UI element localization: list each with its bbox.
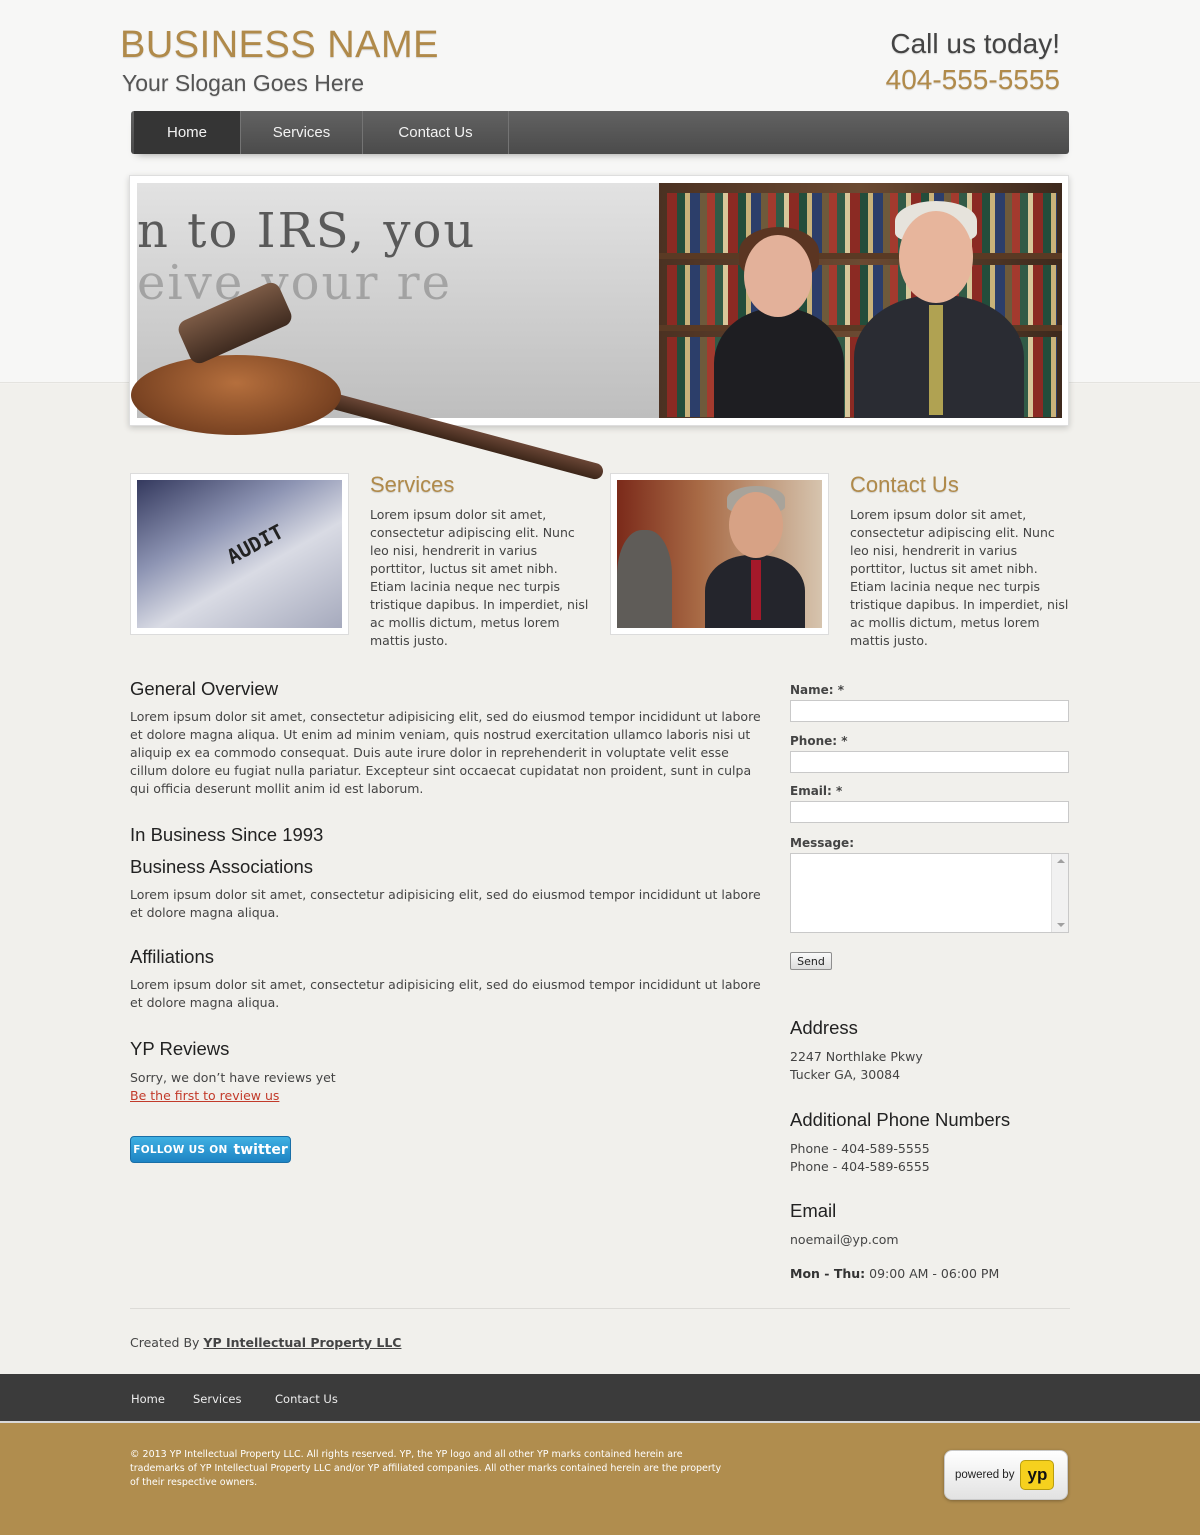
created-by-credit: Created By YP Intellectual Property LLC [130,1335,401,1350]
contact-us-description: Lorem ipsum dolor sit amet, consectetur … [850,507,1069,648]
general-overview-heading: General Overview [130,678,279,699]
audit-word: AUDIT [222,519,288,569]
lawyer-tie [751,560,761,620]
services-thumbnail[interactable]: AUDIT [130,473,349,635]
email-heading: Email [790,1200,837,1221]
hours-days: Mon - Thu: [790,1266,866,1281]
address-line-2: Tucker GA, 30084 [790,1067,901,1082]
message-label: Message: [790,836,854,850]
twitter-logo-icon: twitter [233,1141,288,1158]
footer-nav-contact-us[interactable]: Contact Us [275,1392,338,1406]
footer-nav: Home Services Contact Us [0,1374,1200,1421]
bookshelf-board [659,253,1062,259]
scroll-down-arrow-icon[interactable] [1057,923,1065,927]
powered-by-label: powered by [955,1469,1015,1481]
yp-logo-icon: yp [1020,1460,1055,1490]
business-hours: Mon - Thu: 09:00 AM - 06:00 PM [790,1266,999,1281]
irs-document-text-2: eive your re [137,255,453,311]
created-by-link[interactable]: YP Intellectual Property LLC [203,1335,401,1350]
email-label: Email: * [790,784,843,798]
additional-phone-1: Phone - 404-589-5555 [790,1141,930,1156]
message-scrollbar[interactable] [1051,854,1068,932]
powered-by-yp-badge[interactable]: powered by yp [944,1450,1068,1500]
call-us-heading: Call us today! [890,28,1060,59]
main-nav: Home Services Contact Us [131,111,1069,154]
additional-phone-2: Phone - 404-589-6555 [790,1159,930,1174]
gavel-block-icon [131,355,341,435]
services-heading[interactable]: Services [370,472,454,498]
name-label: Name: * [790,683,845,697]
bookshelf-row [667,193,1057,253]
content-divider [130,1308,1070,1309]
address-heading: Address [790,1017,858,1038]
name-field[interactable] [790,700,1069,722]
address-line-1: 2247 Northlake Pkwy [790,1049,923,1064]
contact-thumbnail[interactable] [610,473,829,635]
affiliations-text: Lorem ipsum dolor sit amet, consectetur … [130,977,761,1010]
message-field[interactable] [790,853,1069,933]
attorney-man-face [899,211,973,303]
lawyer-with-client-image [617,480,822,628]
email-field[interactable] [790,801,1069,823]
email-address[interactable]: noemail@yp.com [790,1231,1070,1249]
no-reviews-text: Sorry, we don’t have reviews yet [130,1070,336,1085]
general-overview-text: Lorem ipsum dolor sit amet, consectetur … [130,709,761,796]
header-phone-number[interactable]: 404-555-5555 [886,64,1060,96]
copyright-text: © 2013 YP Intellectual Property LLC. All… [130,1449,722,1488]
send-button[interactable]: Send [790,952,832,970]
business-associations-text: Lorem ipsum dolor sit amet, consectetur … [130,887,761,920]
business-associations-heading: Business Associations [130,856,314,877]
business-name: BUSINESS NAME [120,24,440,66]
follow-twitter-button[interactable]: FOLLOW US ON twitter [130,1136,291,1163]
hours-time: 09:00 AM - 06:00 PM [869,1266,1000,1281]
footer-nav-home[interactable]: Home [131,1392,165,1406]
services-description: Lorem ipsum dolor sit amet, consectetur … [370,507,589,648]
lawyer-face [729,492,783,558]
business-since-heading: In Business Since 1993 [130,824,324,845]
write-review-link[interactable]: Be the first to review us [130,1088,279,1103]
nav-item-contact-us[interactable]: Contact Us [363,111,509,154]
attorney-woman [714,308,844,418]
attorney-woman-face [744,235,812,317]
footer-nav-services[interactable]: Services [193,1392,242,1406]
yp-reviews-heading: YP Reviews [130,1038,230,1059]
additional-phones-heading: Additional Phone Numbers [790,1109,1011,1130]
affiliations-heading: Affiliations [130,946,214,967]
nav-item-services[interactable]: Services [241,111,363,154]
created-by-label: Created By [130,1335,200,1350]
attorneys-photo [659,183,1062,418]
client-silhouette [617,530,672,628]
nav-item-home[interactable]: Home [134,111,241,154]
attorney-man-tie [929,305,943,415]
phone-label: Phone: * [790,734,848,748]
contact-us-heading[interactable]: Contact Us [850,472,959,498]
audit-document-image: AUDIT [137,480,342,628]
twitter-button-prefix: FOLLOW US ON [133,1143,228,1156]
business-slogan: Your Slogan Goes Here [122,70,365,96]
irs-document-text: n to IRS, you [137,203,477,259]
scroll-up-arrow-icon[interactable] [1057,859,1065,863]
phone-field[interactable] [790,751,1069,773]
